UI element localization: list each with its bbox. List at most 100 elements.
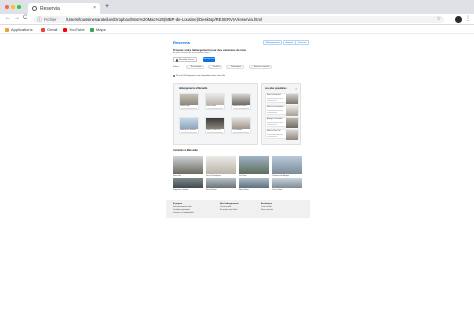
minimize-window-button[interactable] (11, 5, 15, 9)
activity-caption: Fort de Pomègues (206, 175, 221, 177)
stay-card[interactable]: Hôtel Paradis (205, 93, 225, 110)
activity-photo[interactable] (272, 156, 302, 174)
popular-card[interactable]: Auberge la Canebière (265, 117, 299, 128)
wallet-icon (187, 66, 191, 70)
activity-caption: Cours Julien (272, 189, 282, 191)
footer-link[interactable]: Charte qualité (220, 206, 239, 208)
info-square-icon (173, 75, 175, 78)
stay-card[interactable]: Les Mouettes (231, 117, 251, 134)
bookmark-applications[interactable]: Applications (5, 27, 33, 32)
page-viewport: Reservia Hébergements Activités S'inscri… (0, 34, 474, 330)
popular-photo (286, 94, 298, 104)
filter-chip-animaux[interactable]: Animaux autorisés (249, 65, 273, 70)
popular-card[interactable]: Hôtel Le Boulevard (265, 93, 299, 104)
activity-photo[interactable] (173, 156, 203, 174)
activity-caption: Notre-Dame (239, 189, 249, 191)
popular-photo (286, 106, 298, 116)
new-tab-button[interactable]: + (105, 3, 109, 10)
gmail-icon (41, 28, 45, 32)
tab-title: Reservia (40, 6, 60, 12)
stay-photo (232, 118, 250, 129)
paw-icon (250, 66, 254, 70)
stay-photo (180, 118, 198, 129)
maximize-window-button[interactable] (17, 5, 21, 9)
address-url[interactable]: /Users/toussinesaratelian/Dropbox/Mon%20… (66, 17, 262, 22)
activity-caption: Vieux Port (173, 175, 182, 177)
close-window-button[interactable] (5, 5, 9, 9)
filters-label: Filtres (173, 66, 179, 68)
location-pin-icon (175, 59, 178, 62)
stay-card[interactable]: Hôtel Le Vieux Port (205, 117, 225, 134)
footer-column-about: À propos Fonctionnement du site Conditio… (173, 203, 194, 214)
footer-link[interactable]: Centre d'aide (261, 206, 273, 208)
site-footer: À propos Fonctionnement du site Conditio… (166, 200, 310, 218)
filter-chip-economique[interactable]: Économique (186, 65, 205, 70)
forward-arrow-icon[interactable]: → (14, 15, 20, 21)
tab-bar: Reservia × + (0, 0, 474, 14)
activity-caption: Îles du Frioul (206, 189, 217, 191)
info-icon: ⓘ (37, 17, 43, 23)
popular-card[interactable]: Hôtel Le Contemporain (265, 105, 299, 116)
bookmark-maps[interactable]: Maps (90, 27, 106, 32)
browser-tab[interactable]: Reservia × (28, 3, 100, 14)
footer-link[interactable]: Fonctionnement du site (173, 206, 194, 208)
reload-icon[interactable]: C (23, 15, 27, 21)
destination-input[interactable]: Marseille, France (173, 57, 197, 62)
activity-photo[interactable] (272, 178, 302, 188)
address-bar[interactable]: ⓘ Fichier /Users/toussinesaratelian/Drop… (34, 16, 444, 23)
apps-grid-icon (5, 28, 9, 32)
activity-photo[interactable] (239, 156, 269, 174)
search-button[interactable]: Rechercher (203, 57, 215, 62)
stay-card[interactable]: Repaire des marins (231, 93, 251, 110)
footer-link[interactable]: Données et confidentialité (173, 212, 194, 214)
back-arrow-icon[interactable]: ← (5, 15, 11, 21)
address-scheme: Fichier (44, 16, 57, 22)
family-icon (209, 66, 213, 70)
stays-panel-title: Hébergements à Marseille (179, 88, 208, 90)
close-tab-icon[interactable]: × (93, 5, 96, 11)
footer-column-help: Assistance Centre d'aide Nous contacter (261, 203, 274, 211)
footer-link[interactable]: Soumettre votre hôtel (220, 209, 239, 211)
footer-column-stays: Nos hébergements Charte qualité Soumettr… (220, 203, 239, 211)
availability-note: Plus de 500 logements sont disponibles d… (173, 75, 225, 78)
activity-photo[interactable] (173, 178, 203, 188)
activity-caption: Le Panier (239, 175, 247, 177)
activity-caption: Calanque de Morgiou (272, 175, 290, 177)
nav-hebergements-button[interactable]: Hébergements (263, 40, 283, 45)
activity-photo[interactable] (206, 178, 236, 188)
popular-photo (286, 118, 298, 128)
stay-card[interactable]: Hôtel du port (179, 93, 199, 110)
popular-photo (286, 130, 298, 140)
maps-icon (90, 28, 94, 32)
nav-inscrire-button[interactable]: S'inscrire (295, 40, 309, 45)
heart-icon (227, 66, 231, 70)
activity-photo[interactable] (206, 156, 236, 174)
bookmark-gmail[interactable]: Gmail (41, 27, 57, 32)
stay-card[interactable]: Auberge la Canebière (179, 117, 199, 134)
menu-dots-icon[interactable]: ⋮ (465, 15, 471, 22)
stay-photo (232, 94, 250, 105)
globe-icon (32, 6, 37, 11)
filter-chip-romantique[interactable]: Romantique (226, 65, 244, 70)
bookmarks-bar: Applications Gmail YouTube Maps (0, 25, 474, 34)
site-logo[interactable]: Reservia (173, 40, 190, 45)
activities-title: Activités à Marseille (173, 149, 198, 152)
activity-caption: Plage des Catalans (173, 189, 189, 191)
filter-chip-familial[interactable]: Familial (208, 65, 223, 70)
hero-subtitle: En plein centre-ville ou en pleine natur… (173, 52, 210, 54)
popular-card[interactable]: Hôtel Le Vieux Port (265, 129, 299, 140)
star-icon[interactable]: ☆ (437, 16, 441, 22)
footer-link[interactable]: Conditions générales (173, 209, 194, 211)
browser-toolbar: ← → C ⓘ Fichier /Users/toussinesaratelia… (0, 14, 474, 25)
bookmark-youtube[interactable]: YouTube (63, 27, 85, 32)
footer-link[interactable]: Nous contacter (261, 209, 273, 211)
youtube-icon (63, 28, 67, 32)
stay-photo (206, 94, 224, 105)
avatar[interactable] (455, 16, 462, 23)
close-icon[interactable]: × (295, 87, 297, 91)
stay-photo (180, 94, 198, 105)
popular-panel: Les plus populaires × Hôtel Le Boulevard… (261, 83, 301, 145)
stay-photo (206, 118, 224, 129)
activity-photo[interactable] (239, 178, 269, 188)
popular-panel-title: Les plus populaires (265, 88, 287, 90)
